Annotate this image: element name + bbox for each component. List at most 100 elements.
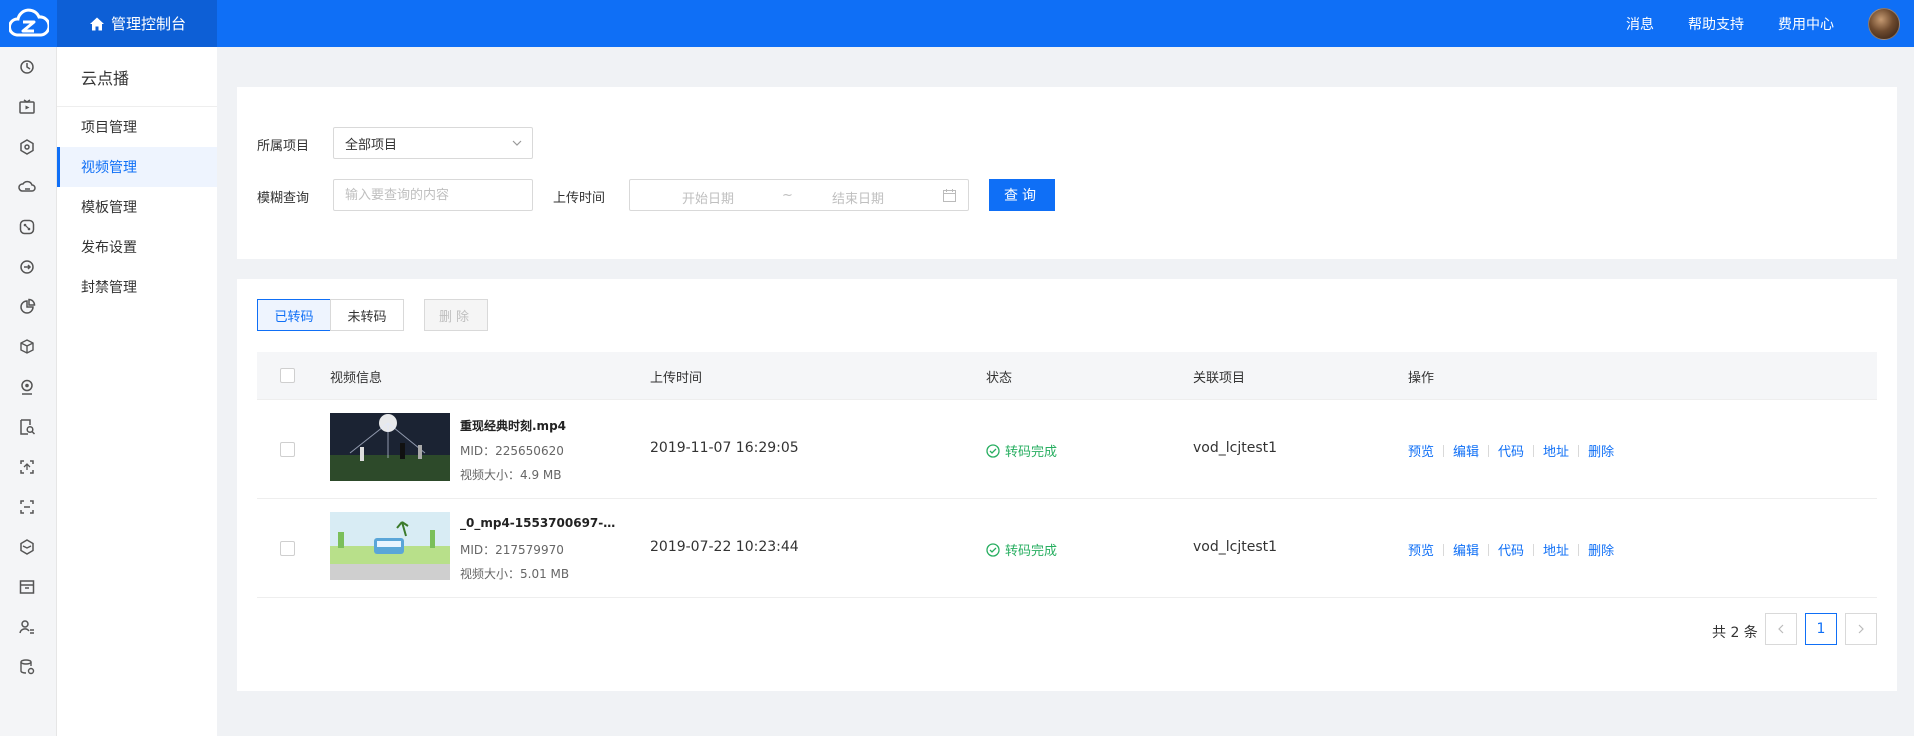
table-header: 视频信息 上传时间 状态 关联项目 操作 [257, 352, 1877, 400]
refresh-icon[interactable] [17, 257, 37, 277]
upload-time: 2019-11-07 16:29:05 [650, 440, 799, 456]
console-tab[interactable]: 管理控制台 [57, 0, 217, 47]
video-mid: MID：217579970 [460, 543, 564, 557]
billing-center-link[interactable]: 费用中心 [1778, 14, 1834, 34]
edit-link[interactable]: 编辑 [1453, 540, 1479, 559]
row-checkbox[interactable] [280, 442, 295, 457]
status-text: 转码完成 [1005, 544, 1058, 559]
calendar-icon [943, 189, 956, 202]
sidebar-item-template-management[interactable]: 模板管理 [57, 187, 217, 227]
top-bar: 管理控制台 消息 帮助支持 费用中心 [0, 0, 1914, 47]
expand-frame-icon[interactable] [17, 497, 37, 517]
console-label: 管理控制台 [111, 15, 187, 33]
code-link[interactable]: 代码 [1498, 540, 1524, 559]
video-thumbnail[interactable] [330, 413, 450, 481]
sidebar-item-ban-management[interactable]: 封禁管理 [57, 267, 217, 307]
user-list-icon[interactable] [17, 617, 37, 637]
range-separator: ~ [782, 188, 793, 203]
icon-rail [0, 47, 57, 736]
delete-link[interactable]: 删除 [1588, 441, 1614, 460]
status-badge: 转码完成 [986, 540, 1057, 559]
status-text: 转码完成 [1005, 445, 1058, 460]
page-1-button[interactable]: 1 [1805, 613, 1837, 645]
webcam-icon[interactable] [17, 377, 37, 397]
column-header-project: 关联项目 [1193, 371, 1246, 386]
column-header-actions: 操作 [1408, 371, 1435, 386]
delete-button[interactable]: 删除 [424, 299, 488, 331]
sidebar-item-video-management[interactable]: 视频管理 [57, 147, 217, 187]
date-range-picker[interactable]: 开始日期 ~ 结束日期 [629, 179, 969, 211]
video-size: 视频大小：5.01 MB [460, 567, 570, 581]
project-label: 所属项目 [257, 139, 310, 154]
home-icon [90, 17, 104, 30]
check-circle-icon [986, 443, 1000, 458]
sidebar-item-publish-settings[interactable]: 发布设置 [57, 227, 217, 267]
row-actions: 预览 编辑 代码 地址 删除 [1408, 441, 1614, 460]
cloud-storage-icon[interactable] [17, 177, 37, 197]
row-checkbox[interactable] [280, 541, 295, 556]
tab-not-transcoded[interactable]: 未转码 [330, 299, 404, 331]
upload-time-label: 上传时间 [553, 191, 606, 206]
address-link[interactable]: 地址 [1543, 540, 1569, 559]
section-title: 云点播 [57, 47, 217, 107]
project-select-value: 全部项目 [345, 137, 398, 153]
archive-icon[interactable] [17, 577, 37, 597]
cloud-sync-icon[interactable] [17, 57, 37, 77]
chevron-left-icon [1778, 624, 1784, 634]
logo[interactable] [0, 0, 57, 47]
chevron-right-icon [1858, 624, 1864, 634]
cube-icon[interactable] [17, 337, 37, 357]
address-link[interactable]: 地址 [1543, 441, 1569, 460]
upload-time: 2019-07-22 10:23:44 [650, 539, 799, 555]
column-header-video-info: 视频信息 [330, 371, 383, 386]
sub-sidebar: 云点播 项目管理 视频管理 模板管理 发布设置 封禁管理 [57, 47, 217, 736]
filter-panel: 所属项目 全部项目 模糊查询 上传时间 开始日期 ~ 结束日期 查询 [237, 87, 1897, 259]
table-row: _0_mp4-1553700697-5... MID：217579970 视频大… [257, 499, 1877, 598]
related-project: vod_lcjtest1 [1193, 440, 1278, 456]
video-mid: MID：225650620 [460, 444, 564, 458]
video-thumbnail[interactable] [330, 512, 450, 580]
column-header-upload-time: 上传时间 [650, 371, 703, 386]
preview-link[interactable]: 预览 [1408, 441, 1434, 460]
prev-page-button[interactable] [1765, 613, 1797, 645]
status-badge: 转码完成 [986, 441, 1057, 460]
table-row: 重现经典时刻.mp4 MID：225650620 视频大小：4.9 MB 201… [257, 400, 1877, 499]
pie-chart-icon[interactable] [17, 297, 37, 317]
database-settings-icon[interactable] [17, 657, 37, 677]
start-date-placeholder[interactable]: 开始日期 [682, 188, 734, 207]
column-header-status: 状态 [986, 371, 1013, 386]
project-select[interactable]: 全部项目 [333, 127, 533, 159]
sidebar-item-project-management[interactable]: 项目管理 [57, 107, 217, 147]
cloud-logo-icon [8, 8, 49, 36]
video-name[interactable]: _0_mp4-1553700697-5... [460, 516, 620, 530]
document-search-icon[interactable] [17, 417, 37, 437]
related-project: vod_lcjtest1 [1193, 539, 1278, 555]
edit-link[interactable]: 编辑 [1453, 441, 1479, 460]
next-page-button[interactable] [1845, 613, 1877, 645]
tab-transcoded[interactable]: 已转码 [257, 299, 331, 331]
preview-link[interactable]: 预览 [1408, 540, 1434, 559]
avatar[interactable] [1868, 7, 1900, 40]
messages-link[interactable]: 消息 [1626, 14, 1654, 34]
top-links: 消息 帮助支持 费用中心 [1626, 0, 1914, 47]
end-date-placeholder[interactable]: 结束日期 [832, 188, 884, 207]
scan-frame-icon[interactable] [17, 457, 37, 477]
pagination-total: 共 2 条 [1712, 625, 1758, 641]
video-name[interactable]: 重现经典时刻.mp4 [460, 417, 566, 434]
code-link[interactable]: 代码 [1498, 441, 1524, 460]
video-list-panel: 已转码 未转码 删除 视频信息 上传时间 状态 关联项目 操作 重现经典时刻.m… [237, 279, 1897, 691]
delete-link[interactable]: 删除 [1588, 540, 1614, 559]
video-size: 视频大小：4.9 MB [460, 468, 562, 482]
chevron-down-icon [512, 140, 522, 146]
row-actions: 预览 编辑 代码 地址 删除 [1408, 540, 1614, 559]
select-all-checkbox[interactable] [280, 368, 295, 383]
search-label: 模糊查询 [257, 191, 310, 206]
hexagon-icon[interactable] [17, 137, 37, 157]
video-player-icon[interactable] [17, 97, 37, 117]
check-circle-icon [986, 542, 1000, 557]
query-button[interactable]: 查询 [989, 179, 1055, 211]
search-input[interactable] [333, 179, 533, 211]
help-support-link[interactable]: 帮助支持 [1688, 14, 1744, 34]
network-nodes-icon[interactable] [17, 217, 37, 237]
stack-hexagon-icon[interactable] [17, 537, 37, 557]
